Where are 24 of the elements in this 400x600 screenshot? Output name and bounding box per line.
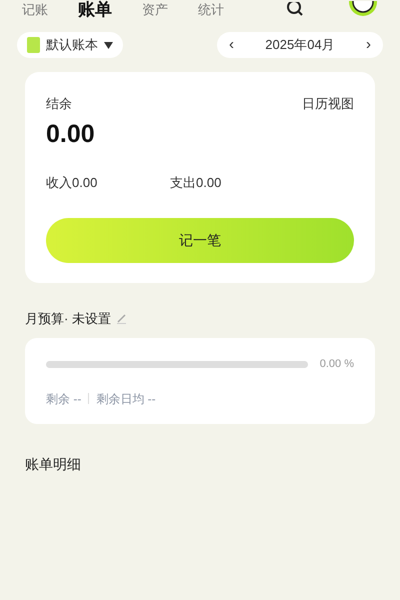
remaining-amount: 剩余 -- bbox=[46, 390, 82, 408]
dropdown-caret-icon bbox=[104, 42, 113, 48]
balance-value: 0.00 bbox=[46, 118, 96, 150]
nav-tab[interactable]: 统计 bbox=[198, 2, 224, 16]
avatar-icon[interactable] bbox=[348, 1, 378, 17]
nav-tab[interactable]: 记账 bbox=[22, 2, 48, 16]
book-label: 默认账本 bbox=[46, 36, 98, 54]
search-icon[interactable] bbox=[286, 2, 304, 16]
add-record-button[interactable]: 记一笔 bbox=[46, 218, 354, 262]
month-label[interactable]: 2025年04月 bbox=[265, 35, 335, 55]
book-icon bbox=[27, 37, 40, 53]
daily-remaining: 剩余日均 -- bbox=[96, 390, 156, 408]
next-month-button[interactable]: › bbox=[366, 34, 371, 56]
nav-tab[interactable]: 资产 bbox=[142, 2, 168, 16]
budget-percent: 0.00 % bbox=[320, 357, 354, 372]
budget-title: 月预算· 未设置 bbox=[25, 310, 111, 328]
nav-tab[interactable]: 账单 bbox=[78, 0, 112, 18]
previous-month-button[interactable]: ‹ bbox=[229, 34, 234, 56]
balance-label: 结余 bbox=[46, 95, 72, 113]
details-title: 账单明细 bbox=[24, 454, 82, 474]
expense-amount: 支出0.00 bbox=[170, 174, 222, 192]
calendar-view-link[interactable]: 日历视图 bbox=[302, 94, 354, 114]
income-amount: 收入0.00 bbox=[46, 174, 98, 192]
book-selector[interactable]: 默认账本 bbox=[17, 32, 123, 58]
